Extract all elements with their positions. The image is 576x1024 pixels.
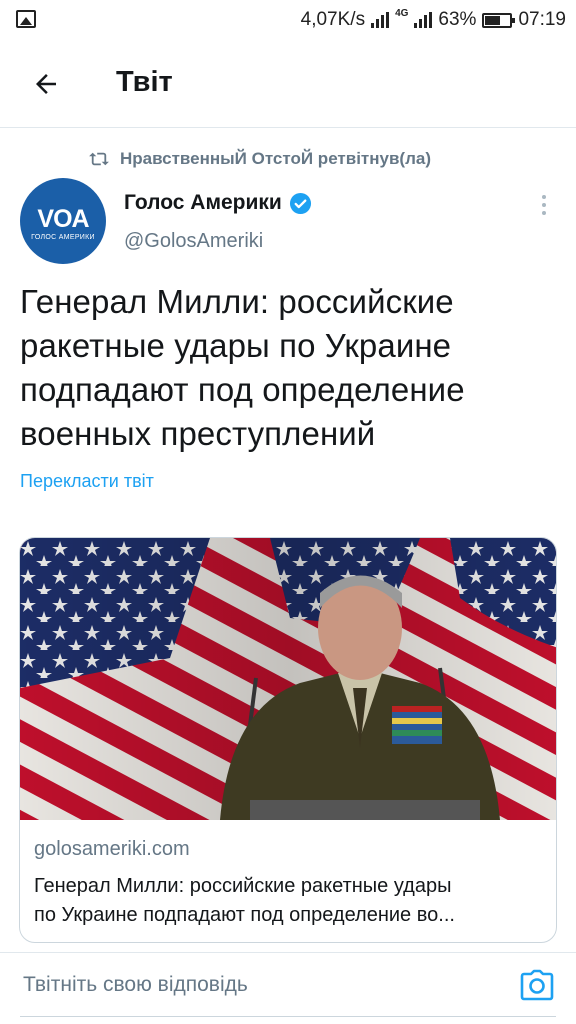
status-bar: 4,07K/s 4G 63% 07:19: [0, 0, 576, 40]
card-title-line-1: Генерал Милли: российские ракетные удары: [34, 875, 452, 897]
retweet-icon: [89, 152, 109, 166]
signal-icon-2: [414, 12, 433, 28]
signal-icon: [371, 12, 390, 28]
reply-underline: [20, 1016, 556, 1017]
battery-icon: [482, 12, 516, 28]
avatar-subtitle: ГОЛОС АМЕРИКИ: [31, 234, 95, 241]
reply-input[interactable]: Твітніть свою відповідь: [23, 973, 248, 997]
app-header: Твіт: [0, 40, 576, 128]
author-name-row[interactable]: Голос Америки: [124, 191, 312, 215]
card-title: Генерал Милли: российские ракетные удары…: [34, 872, 546, 930]
page-title: Твіт: [116, 66, 173, 98]
net-speed: 4,07K/s: [300, 9, 366, 30]
tweet-text: Генерал Милли: российские ракетные удары…: [20, 283, 465, 452]
battery-fill: [485, 15, 501, 25]
article-image: [20, 538, 556, 820]
author-handle[interactable]: @GolosAmeriki: [124, 230, 263, 253]
author-name: Голос Америки: [124, 191, 282, 214]
link-preview-card[interactable]: golosameriki.com Генерал Милли: российск…: [19, 537, 557, 943]
translate-link[interactable]: Перекласти твіт: [20, 471, 154, 492]
verified-badge-icon: [289, 192, 311, 214]
camera-icon[interactable]: [520, 969, 554, 1001]
arrow-left-icon: [36, 74, 56, 94]
battery-percent: 63%: [438, 9, 477, 30]
retweet-text: НравственныЙ ОтстоЙ ретвітнув(ла): [120, 149, 431, 168]
avatar[interactable]: VOA ГОЛОС АМЕРИКИ: [20, 178, 106, 264]
card-domain: golosameriki.com: [34, 838, 190, 860]
avatar-logo: VOA: [37, 205, 89, 233]
reply-bar: Твітніть свою відповідь: [0, 952, 576, 1024]
more-options-icon[interactable]: [534, 192, 554, 218]
clock: 07:19: [518, 9, 566, 30]
network-type: 4G: [395, 8, 409, 19]
card-title-line-2: по Украине подпадают под определение во.…: [34, 904, 455, 926]
retweet-context[interactable]: НравственныЙ ОтстоЙ ретвітнув(ла): [88, 148, 431, 170]
back-button[interactable]: [26, 64, 66, 104]
status-indicators: 4,07K/s 4G 63% 07:19: [301, 6, 566, 34]
gallery-icon: [16, 10, 36, 28]
